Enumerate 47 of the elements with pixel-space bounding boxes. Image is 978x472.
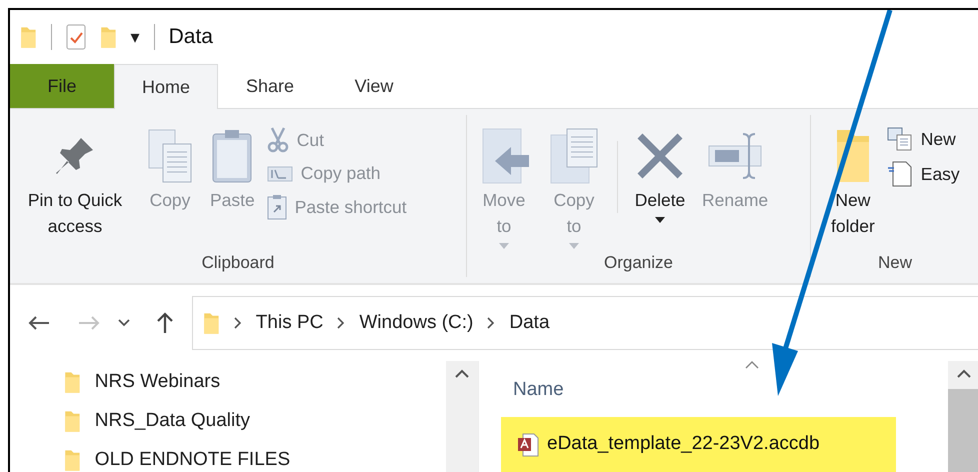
group-label: New — [878, 253, 912, 274]
scrollbar[interactable] — [446, 361, 478, 472]
scissors-icon — [266, 127, 289, 153]
folder-icon — [100, 25, 117, 49]
group-label: Organize — [604, 253, 673, 274]
column-header[interactable]: Name — [501, 379, 564, 409]
address-bar[interactable]: This PC Windows (C:) Data — [192, 296, 978, 350]
folder-icon — [64, 448, 81, 472]
file-row[interactable]: eData_template_22-23V2.accdb — [501, 417, 896, 472]
breadcrumb[interactable]: Windows (C:) — [359, 312, 474, 334]
ribbon-button[interactable]: Delete — [630, 121, 690, 253]
properties-icon — [66, 24, 86, 50]
file-menu-tab[interactable]: File — [10, 64, 114, 108]
sidebar-item[interactable]: NRS_Data Quality — [64, 406, 446, 435]
ribbon-button[interactable]: New folder — [827, 121, 879, 253]
chevron-icon — [487, 317, 496, 329]
ribbon-button[interactable]: Pin to Quick access — [16, 121, 134, 253]
ribbon-button[interactable]: Easy — [886, 161, 960, 187]
rename-icon — [707, 130, 764, 182]
scroll-up-icon[interactable] — [957, 369, 971, 378]
breadcrumb[interactable]: This PC — [256, 312, 324, 334]
database-file-icon — [517, 433, 539, 457]
chevron-icon — [337, 317, 346, 329]
customize-toolbar-button[interactable]: ▾ — [130, 26, 140, 48]
group-label: Clipboard — [202, 253, 274, 274]
breadcrumb[interactable]: Data — [509, 312, 550, 334]
folder-icon — [64, 370, 81, 394]
back-icon[interactable] — [28, 315, 50, 331]
up-icon[interactable] — [156, 312, 174, 334]
ribbon-button[interactable]: New — [886, 127, 960, 151]
folder-icon — [203, 311, 220, 335]
sidebar-item[interactable]: OLD ENDNOTE FILES — [64, 445, 446, 472]
folder-icon — [20, 25, 37, 49]
folder-icon — [64, 408, 81, 432]
clipboard-icon — [211, 128, 254, 184]
new-item-icon — [886, 127, 913, 151]
ribbon-tab[interactable]: Home — [114, 64, 218, 109]
shortcut-icon — [266, 194, 287, 220]
path-icon — [266, 166, 293, 182]
scroll-up-icon[interactable] — [455, 369, 469, 378]
chevron-icon — [234, 317, 242, 329]
document-icon — [886, 161, 913, 187]
scrollbar[interactable] — [948, 361, 978, 472]
window-title: Data — [168, 25, 213, 49]
sidebar-item[interactable]: NRS Webinars — [64, 367, 446, 396]
copy-icon — [146, 128, 194, 184]
recent-locations-icon[interactable] — [118, 319, 130, 327]
